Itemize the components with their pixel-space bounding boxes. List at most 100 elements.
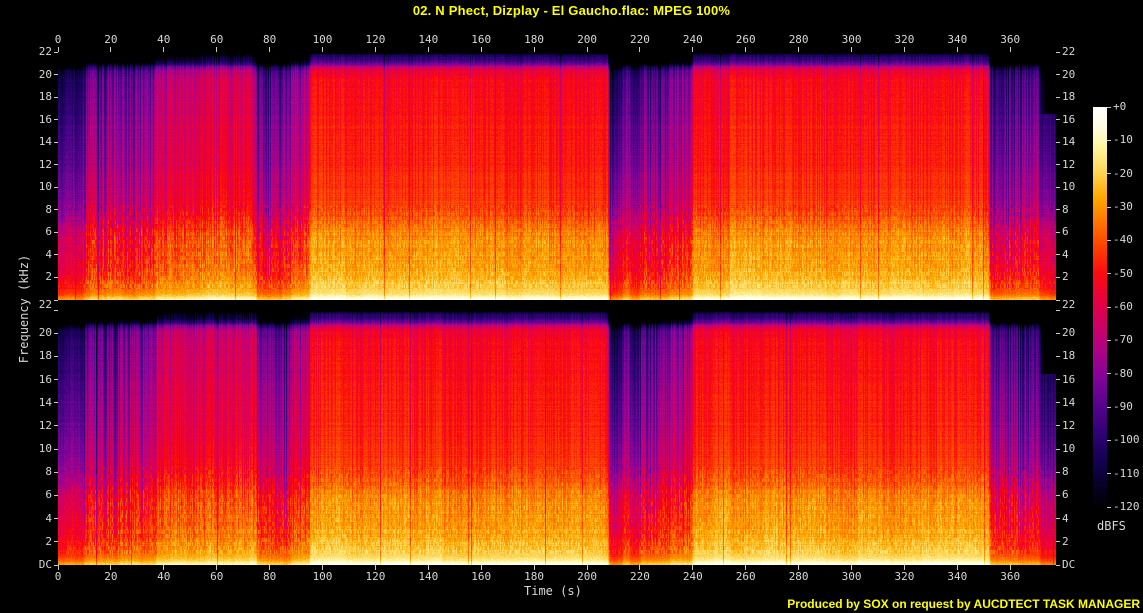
db-tick-label: +0: [1113, 100, 1127, 113]
freq-tick-right: [1056, 425, 1060, 427]
freq-tick-label: 6: [45, 488, 52, 502]
time-tick-label: 200: [577, 570, 597, 583]
db-tick-label: -30: [1113, 200, 1133, 213]
db-tick: [1107, 439, 1111, 441]
time-tick-label: 200: [577, 33, 597, 46]
freq-tick-label: 4: [1062, 247, 1069, 261]
freq-tick-right: [1056, 309, 1060, 311]
time-tick-top: [956, 47, 958, 52]
freq-tick-label: 8: [1062, 465, 1069, 479]
freq-tick-right: [1056, 564, 1060, 566]
time-tick-label: 360: [1000, 570, 1021, 583]
freq-tick-right: [1056, 494, 1060, 496]
time-tick-label: 80: [262, 33, 277, 46]
db-tick: [1107, 106, 1111, 108]
time-tick-label: 280: [788, 33, 809, 46]
freq-tick-right: [1056, 471, 1060, 473]
freq-tick-left: [54, 96, 58, 98]
db-tick: [1107, 273, 1111, 275]
x-axis-title: Time (s): [524, 584, 582, 598]
time-tick-top: [216, 47, 218, 52]
time-tick-label: 160: [471, 570, 492, 583]
time-tick-top: [1009, 47, 1011, 52]
freq-tick-right: [1056, 186, 1060, 188]
time-tick-label: 20: [104, 570, 118, 583]
freq-tick-right: [1056, 209, 1060, 211]
time-tick-label: 300: [841, 570, 862, 583]
freq-tick-label: 16: [38, 372, 52, 386]
spectrogram-right-channel: [58, 310, 1056, 565]
time-tick-top: [163, 47, 165, 52]
time-tick-label: 40: [157, 33, 171, 46]
time-tick-top: [533, 47, 535, 52]
freq-tick-right: [1056, 164, 1060, 166]
freq-tick-label: 18: [1062, 90, 1076, 104]
freq-tick-right: [1056, 74, 1060, 76]
freq-tick-label: 2: [1062, 270, 1069, 284]
db-tick-label: -50: [1113, 266, 1133, 280]
freq-tick-left: [54, 186, 58, 188]
freq-tick-label: 10: [1062, 442, 1076, 456]
time-tick-label: 100: [312, 570, 333, 583]
time-tick-label: 280: [788, 570, 809, 583]
time-tick-top: [745, 47, 747, 52]
db-tick: [1107, 373, 1111, 375]
db-tick-label: -40: [1113, 233, 1133, 247]
freq-tick-label: 12: [38, 157, 52, 171]
freq-tick-left: [54, 332, 58, 334]
freq-tick-right: [1056, 51, 1060, 53]
db-tick: [1107, 506, 1111, 508]
db-tick: [1107, 139, 1111, 141]
freq-gap-label: 22: [1062, 298, 1076, 311]
time-tick-top: [480, 47, 482, 52]
freq-tick-left: [54, 141, 58, 143]
time-tick-label: 260: [735, 570, 756, 583]
freq-tick-label: 22: [1062, 45, 1076, 58]
freq-tick-label: 20: [38, 67, 52, 81]
freq-tick-right: [1056, 119, 1060, 121]
spectrogram-left-channel: [58, 52, 1056, 300]
freq-tick-right: [1056, 96, 1060, 98]
freq-tick-label: 22: [38, 45, 52, 58]
db-tick-label: -60: [1113, 300, 1133, 313]
time-tick-label: 300: [841, 33, 862, 46]
freq-tick-label: 14: [1062, 135, 1076, 149]
freq-tick-right: [1056, 231, 1060, 233]
freq-tick-left: [54, 209, 58, 211]
time-tick-label: 0: [54, 570, 62, 583]
time-tick-label: 320: [894, 33, 915, 46]
time-tick-label: 80: [262, 570, 277, 583]
freq-tick-label: 8: [1062, 202, 1069, 216]
time-tick-top: [374, 47, 376, 52]
freq-tick-left: [54, 51, 58, 53]
time-tick-label: 220: [629, 570, 650, 583]
db-tick-label: -10: [1113, 133, 1133, 147]
db-tick: [1107, 473, 1111, 475]
freq-tick-label: 14: [38, 395, 52, 409]
freq-tick-right: [1056, 276, 1060, 278]
time-tick-label: 240: [682, 33, 703, 46]
db-tick-label: -110: [1113, 466, 1140, 480]
freq-tick-label: 4: [1062, 511, 1069, 525]
time-tick-label: 60: [210, 570, 224, 583]
freq-tick-left: [54, 402, 58, 404]
time-tick-label: 340: [947, 33, 968, 46]
freq-tick-left: [54, 231, 58, 233]
db-tick: [1107, 406, 1111, 408]
time-tick-label: 140: [418, 570, 439, 583]
time-tick-top: [639, 47, 641, 52]
time-tick-label: 20: [104, 33, 118, 46]
time-tick-label: 100: [312, 33, 333, 46]
time-tick-label: 340: [947, 570, 968, 583]
freq-tick-label: 10: [38, 442, 52, 456]
freq-tick-right: [1056, 518, 1060, 520]
freq-tick-left: [54, 74, 58, 76]
db-tick-label: -20: [1113, 166, 1133, 180]
y-axis-title: Frequency (kHz): [17, 254, 31, 364]
freq-tick-right: [1056, 402, 1060, 404]
time-tick-label: 160: [471, 33, 492, 46]
freq-tick-label: 10: [38, 180, 52, 194]
time-tick-top: [427, 47, 429, 52]
time-tick-label: 120: [365, 33, 386, 46]
freq-tick-label: 2: [45, 534, 52, 548]
